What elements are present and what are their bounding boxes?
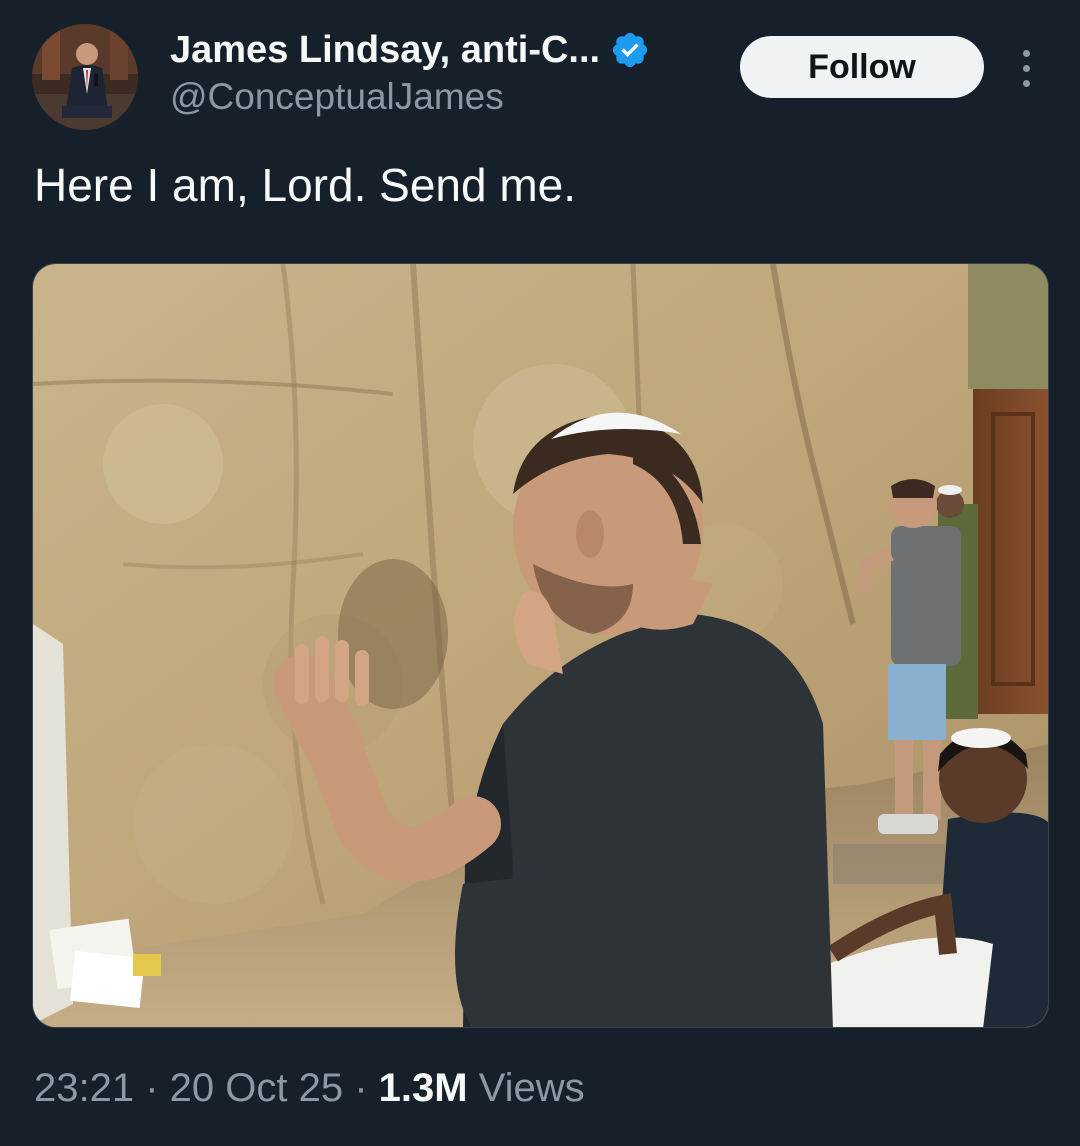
author-name-row[interactable]: James Lindsay, anti-C... — [170, 26, 650, 74]
photo-illustration — [33, 264, 1048, 1027]
display-name[interactable]: James Lindsay, anti-C... — [170, 29, 600, 72]
avatar[interactable] — [32, 24, 138, 130]
tweet-text: Here I am, Lord. Send me. — [34, 159, 577, 211]
dot — [1022, 49, 1030, 57]
tweet-time[interactable]: 23:21 — [34, 1066, 134, 1110]
tweet-card: James Lindsay, anti-C... @ConceptualJame… — [0, 0, 1080, 1146]
avatar-image — [32, 24, 138, 130]
tweet-date[interactable]: 20 Oct 25 — [170, 1066, 343, 1110]
separator: · — [343, 1066, 379, 1110]
dot — [1022, 79, 1030, 87]
tweet-meta: 23:21 · 20 Oct 25 · 1.3M Views — [34, 1066, 585, 1111]
verified-badge-icon — [613, 32, 648, 68]
author-handle[interactable]: @ConceptualJames — [170, 76, 504, 118]
more-vertical-icon[interactable] — [1008, 44, 1044, 92]
views-count: 1.3M — [378, 1066, 468, 1110]
views-label: Views — [467, 1066, 585, 1110]
tweet-photo[interactable] — [32, 263, 1049, 1028]
follow-button[interactable]: Follow — [740, 36, 984, 98]
dot — [1022, 64, 1030, 72]
separator: · — [134, 1066, 170, 1110]
